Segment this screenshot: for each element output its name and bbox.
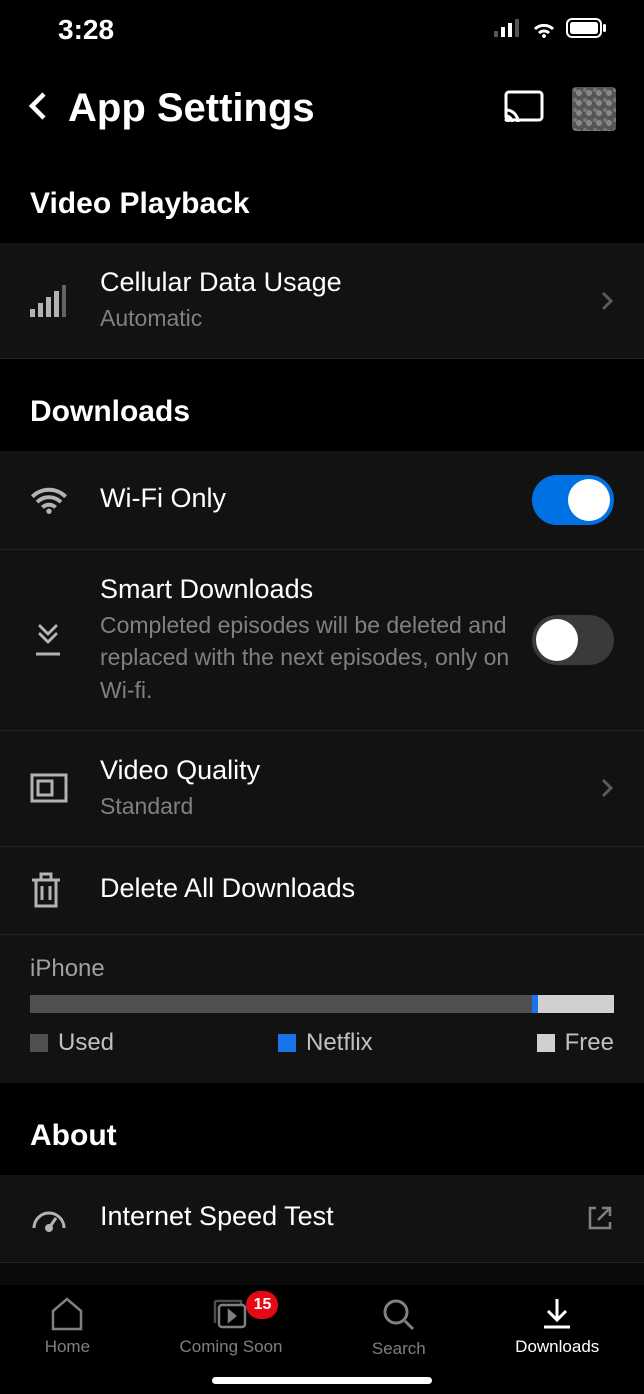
wifi-only-title: Wi-Fi Only	[100, 483, 532, 514]
cellular-data-title: Cellular Data Usage	[100, 267, 588, 298]
external-link-icon	[586, 1204, 614, 1232]
smart-downloads-icon	[30, 622, 78, 658]
delete-all-downloads-item[interactable]: Delete All Downloads	[0, 847, 644, 935]
cellular-data-usage-item[interactable]: Cellular Data Usage Automatic	[0, 243, 644, 359]
cellular-data-subtitle: Automatic	[100, 302, 588, 334]
video-quality-item[interactable]: Video Quality Standard	[0, 731, 644, 847]
nav-coming-soon[interactable]: 15 Coming Soon	[179, 1297, 282, 1357]
video-quality-icon	[30, 773, 78, 803]
wifi-only-item: Wi-Fi Only	[0, 451, 644, 550]
smart-downloads-subtitle: Completed episodes will be deleted and r…	[100, 609, 532, 706]
wifi-icon	[530, 18, 558, 43]
legend-free: Free	[537, 1029, 614, 1057]
delete-all-title: Delete All Downloads	[100, 873, 614, 904]
gauge-icon	[30, 1204, 78, 1232]
status-bar: 3:28	[0, 0, 644, 56]
section-header-about: About	[0, 1083, 644, 1175]
storage-legend: Used Netflix Free	[30, 1029, 614, 1057]
storage-section: iPhone Used Netflix Free	[0, 935, 644, 1083]
storage-device-label: iPhone	[30, 955, 614, 983]
coming-soon-badge: 15	[246, 1291, 278, 1319]
video-quality-subtitle: Standard	[100, 790, 588, 822]
section-header-downloads: Downloads	[0, 359, 644, 451]
page-title: App Settings	[68, 86, 504, 131]
wifi-icon	[30, 486, 78, 514]
section-header-video-playback: Video Playback	[0, 151, 644, 243]
home-indicator[interactable]	[212, 1377, 432, 1384]
profile-avatar[interactable]	[572, 87, 616, 131]
cellular-signal-icon	[494, 19, 522, 42]
internet-speed-test-item[interactable]: Internet Speed Test	[0, 1175, 644, 1263]
storage-bar-free	[538, 995, 614, 1013]
status-icons	[494, 18, 608, 43]
storage-bar	[30, 995, 614, 1013]
trash-icon	[30, 872, 78, 908]
nav-search[interactable]: Search	[372, 1297, 426, 1359]
chevron-right-icon	[600, 777, 614, 799]
cellular-bars-icon	[30, 285, 78, 317]
storage-bar-used	[30, 995, 532, 1013]
smart-downloads-toggle[interactable]	[532, 615, 614, 665]
status-time: 3:28	[58, 14, 114, 46]
wifi-only-toggle[interactable]	[532, 475, 614, 525]
smart-downloads-item: Smart Downloads Completed episodes will …	[0, 550, 644, 731]
chevron-right-icon	[600, 290, 614, 312]
smart-downloads-title: Smart Downloads	[100, 574, 532, 605]
nav-home[interactable]: Home	[45, 1297, 90, 1357]
nav-downloads[interactable]: Downloads	[515, 1297, 599, 1357]
video-quality-title: Video Quality	[100, 755, 588, 786]
legend-netflix: Netflix	[278, 1029, 373, 1057]
back-button[interactable]	[28, 90, 48, 127]
cast-button[interactable]	[504, 90, 544, 127]
privacy-policy-item[interactable]: Privacy Policy	[0, 1263, 644, 1284]
header: App Settings	[0, 56, 644, 151]
battery-icon	[566, 18, 608, 43]
speed-test-title: Internet Speed Test	[100, 1201, 574, 1232]
legend-used: Used	[30, 1029, 114, 1057]
